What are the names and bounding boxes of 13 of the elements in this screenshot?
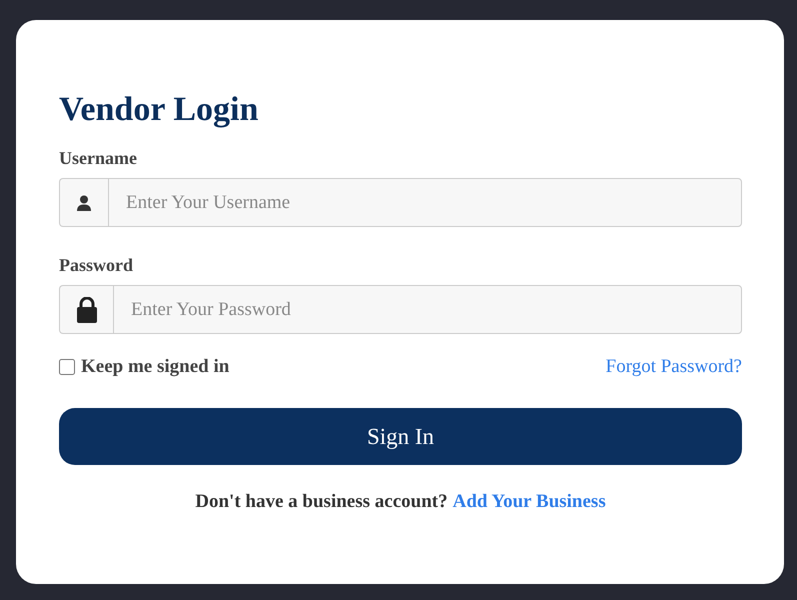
- text-input[interactable]: Enter Your Username: [108, 178, 742, 227]
- field-label: Username: [59, 148, 137, 169]
- text-input[interactable]: Enter Your Password: [113, 285, 742, 334]
- checkbox-label: Keep me signed in: [81, 356, 230, 378]
- checkbox[interactable]: [59, 359, 75, 375]
- footer-text: Don't have a business account?: [195, 491, 448, 512]
- user-icon: [77, 194, 91, 210]
- forgot-password-link[interactable]: Forgot Password?: [606, 356, 742, 378]
- add-business-link[interactable]: Add Your Business: [452, 491, 606, 512]
- page-title: Vendor Login: [59, 90, 260, 130]
- sign-in-button[interactable]: Sign In: [59, 408, 742, 465]
- lock-icon: [76, 296, 96, 322]
- field-label: Password: [59, 255, 134, 276]
